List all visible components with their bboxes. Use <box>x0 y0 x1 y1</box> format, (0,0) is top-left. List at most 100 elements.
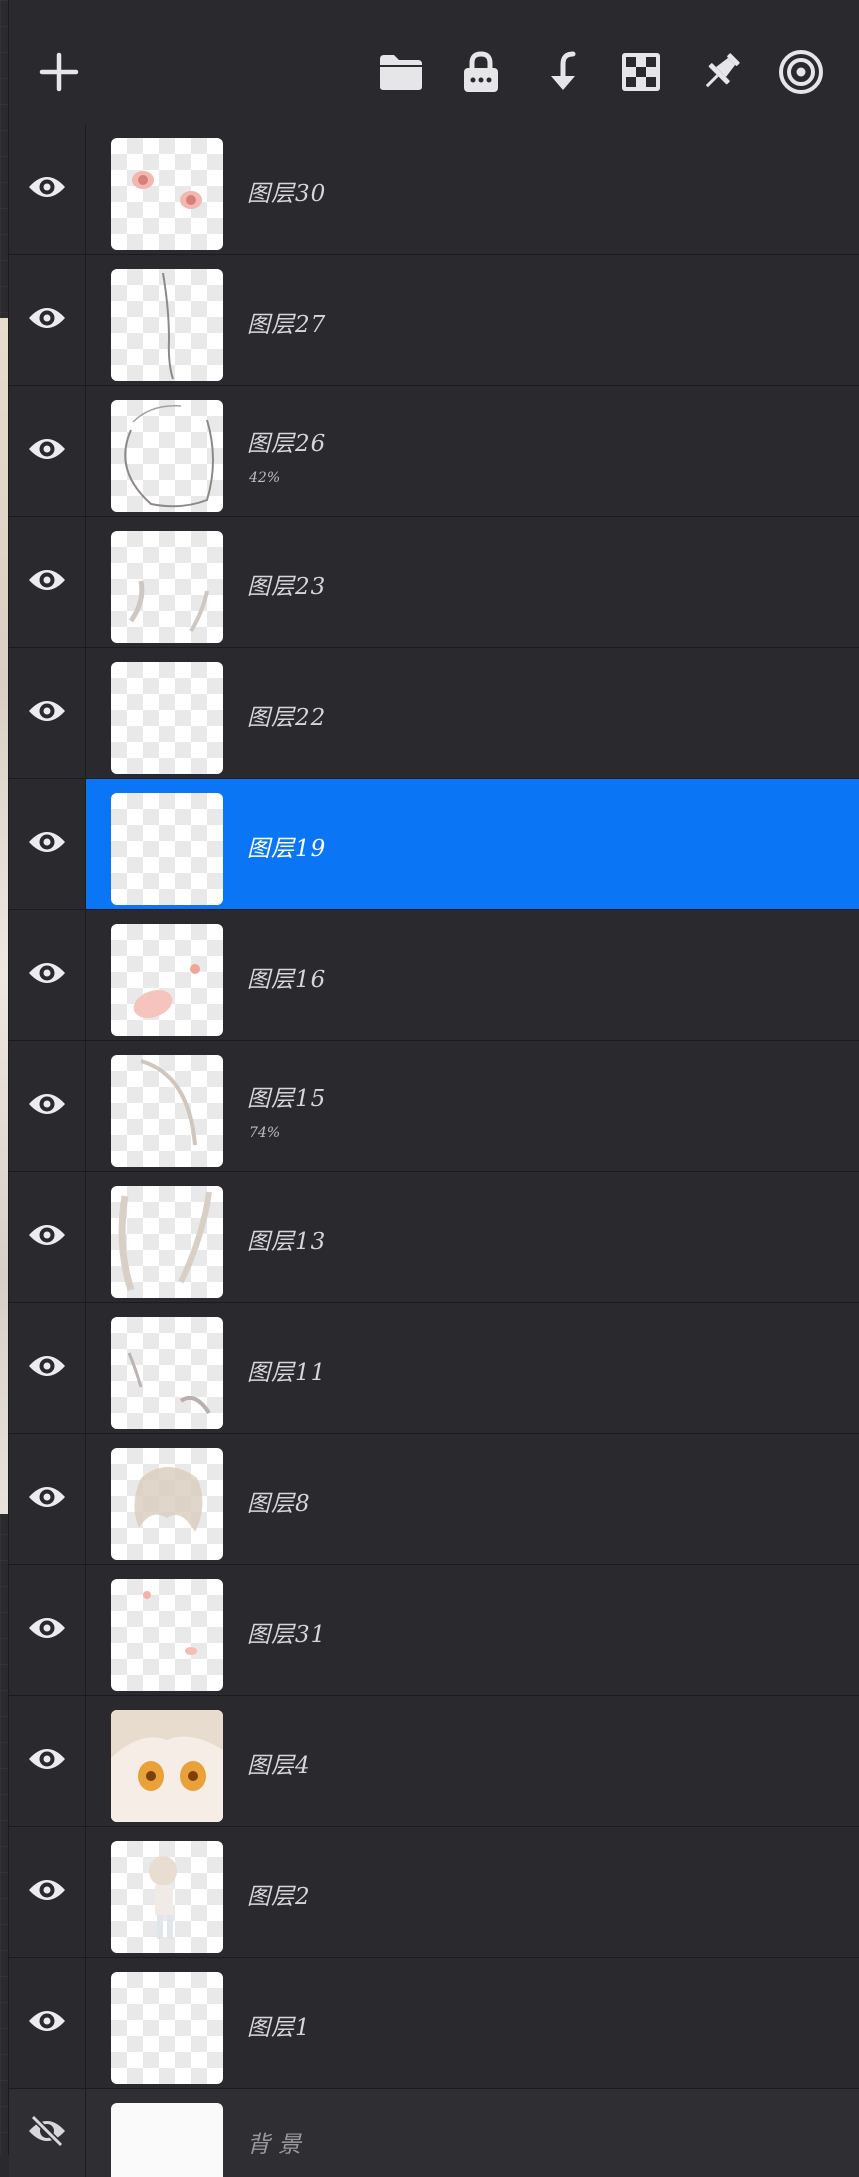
eye-hidden-icon <box>27 2114 67 2152</box>
layer-name: 图层30 <box>247 181 327 207</box>
visibility-toggle[interactable] <box>9 1958 86 2088</box>
eye-icon <box>27 173 67 205</box>
layer-name: 图层31 <box>247 1622 327 1648</box>
layer-thumbnail[interactable] <box>111 662 223 774</box>
layer-name: 图层4 <box>247 1753 311 1779</box>
merge-arrow-icon <box>551 51 576 90</box>
layer-thumbnail[interactable] <box>111 138 223 250</box>
layer-thumbnail[interactable] <box>111 269 223 381</box>
layer-name: 图层16 <box>247 967 327 993</box>
layer-row[interactable]: 图层1 <box>9 1958 859 2089</box>
layers-panel: 图层30 图层27 图层26 42% 图层23 图层22 图层19 图层16 图层15 74% 图层… <box>8 0 859 2177</box>
visibility-toggle[interactable] <box>9 124 86 254</box>
checkerboard-icon <box>622 53 660 91</box>
lock-button[interactable] <box>449 40 513 104</box>
layer-thumbnail[interactable] <box>111 2103 223 2177</box>
layer-row[interactable]: 图层27 <box>9 255 859 386</box>
layer-name: 图层27 <box>247 312 327 338</box>
layer-row[interactable]: 图层8 <box>9 1434 859 1565</box>
eye-icon <box>27 959 67 991</box>
layer-row[interactable]: 图层19 <box>9 779 859 910</box>
layer-thumbnail[interactable] <box>111 1186 223 1298</box>
layer-thumbnail[interactable] <box>111 1055 223 1167</box>
eye-icon <box>27 304 67 336</box>
layer-row[interactable]: 图层30 <box>9 124 859 255</box>
visibility-toggle[interactable] <box>9 648 86 778</box>
layer-row[interactable]: 图层11 <box>9 1303 859 1434</box>
visibility-toggle[interactable] <box>9 517 86 647</box>
add-layer-button[interactable] <box>27 40 91 104</box>
merge-down-button[interactable] <box>529 40 593 104</box>
eye-icon <box>27 1483 67 1515</box>
layer-name: 图层15 <box>247 1086 327 1112</box>
layer-thumbnail[interactable] <box>111 1448 223 1560</box>
eye-icon <box>27 1090 67 1122</box>
layer-thumbnail[interactable] <box>111 1841 223 1953</box>
layer-list: 图层30 图层27 图层26 42% 图层23 图层22 图层19 图层16 图层15 74% 图层… <box>9 124 859 2177</box>
layer-opacity: 42% <box>249 470 281 486</box>
plus-icon <box>39 52 79 92</box>
eye-icon <box>27 828 67 860</box>
layer-row[interactable]: 图层13 <box>9 1172 859 1303</box>
visibility-toggle[interactable] <box>9 1172 86 1302</box>
layer-name: 背景 <box>247 2132 309 2158</box>
target-button[interactable] <box>769 40 833 104</box>
layer-name: 图层11 <box>247 1360 327 1386</box>
layer-thumbnail[interactable] <box>111 1579 223 1691</box>
layer-name: 图层13 <box>247 1229 327 1255</box>
layer-row[interactable]: 图层31 <box>9 1565 859 1696</box>
layer-name: 图层22 <box>247 705 327 731</box>
alpha-lock-button[interactable] <box>609 40 673 104</box>
layer-thumbnail[interactable] <box>111 1317 223 1429</box>
layer-opacity: 74% <box>249 1125 281 1141</box>
layer-row[interactable]: 图层15 74% <box>9 1041 859 1172</box>
layer-thumbnail[interactable] <box>111 1972 223 2084</box>
visibility-toggle[interactable] <box>9 1434 86 1564</box>
eye-icon <box>27 1745 67 1777</box>
eye-icon <box>27 566 67 598</box>
layer-name: 图层23 <box>247 574 327 600</box>
visibility-toggle[interactable] <box>9 386 86 516</box>
target-icon <box>779 50 823 94</box>
layer-row[interactable]: 图层4 <box>9 1696 859 1827</box>
layer-name: 图层19 <box>247 836 327 862</box>
layer-name: 图层26 <box>247 431 327 457</box>
pin-button[interactable] <box>689 40 753 104</box>
eye-icon <box>27 697 67 729</box>
layers-toolbar <box>9 0 859 125</box>
layer-row[interactable]: 图层26 42% <box>9 386 859 517</box>
layer-name: 图层1 <box>247 2015 311 2041</box>
eye-icon <box>27 1614 67 1646</box>
background-layer-row[interactable]: 背景 <box>9 2089 859 2177</box>
layer-thumbnail[interactable] <box>111 400 223 512</box>
layer-row[interactable]: 图层23 <box>9 517 859 648</box>
layer-name: 图层8 <box>247 1491 311 1517</box>
visibility-toggle[interactable] <box>9 910 86 1040</box>
eye-icon <box>27 1876 67 1908</box>
visibility-toggle[interactable] <box>9 255 86 385</box>
canvas-artwork-edge <box>0 318 8 1514</box>
eye-icon <box>27 1352 67 1384</box>
layer-row[interactable]: 图层16 <box>9 910 859 1041</box>
layer-thumbnail[interactable] <box>111 924 223 1036</box>
layer-thumbnail[interactable] <box>111 793 223 905</box>
eye-icon <box>27 2007 67 2039</box>
layer-thumbnail[interactable] <box>111 531 223 643</box>
eye-icon <box>27 435 67 467</box>
pin-icon <box>705 53 740 88</box>
folder-icon <box>380 55 422 90</box>
visibility-toggle[interactable] <box>9 1696 86 1826</box>
eye-icon <box>27 1221 67 1253</box>
group-folder-button[interactable] <box>369 40 433 104</box>
visibility-toggle[interactable] <box>9 779 86 909</box>
layer-row[interactable]: 图层2 <box>9 1827 859 1958</box>
layer-name: 图层2 <box>247 1884 311 1910</box>
visibility-toggle[interactable] <box>9 1041 86 1171</box>
visibility-toggle[interactable] <box>9 1303 86 1433</box>
visibility-toggle[interactable] <box>9 2089 86 2177</box>
layer-thumbnail[interactable] <box>111 1710 223 1822</box>
visibility-toggle[interactable] <box>9 1827 86 1957</box>
visibility-toggle[interactable] <box>9 1565 86 1695</box>
lock-icon <box>464 51 498 92</box>
layer-row[interactable]: 图层22 <box>9 648 859 779</box>
